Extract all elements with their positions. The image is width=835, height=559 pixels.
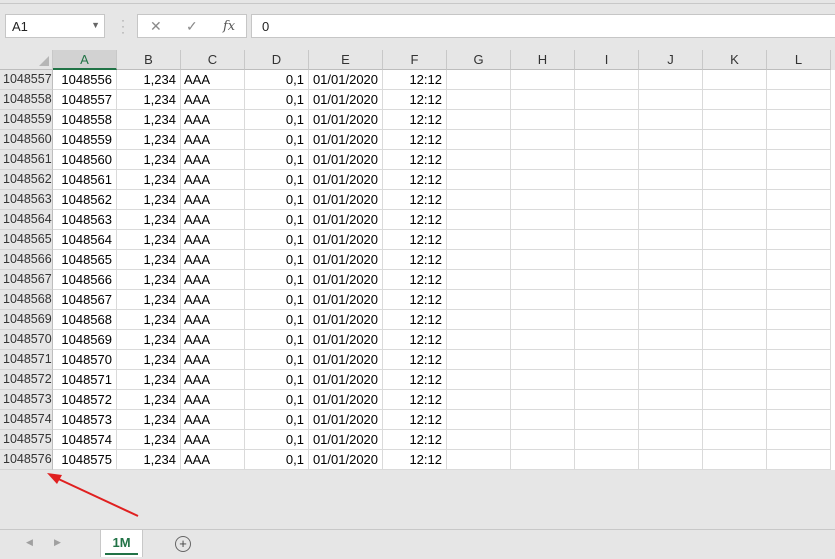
annotation-arrow-icon	[47, 473, 139, 517]
add-sheet-icon[interactable]: +	[175, 536, 191, 552]
sheet-tab-label: 1M	[112, 535, 131, 550]
next-sheet-icon[interactable]: ▶	[54, 537, 61, 548]
sheet-tab-1m[interactable]: 1M	[100, 530, 143, 557]
prev-sheet-icon[interactable]: ◀	[26, 537, 33, 548]
sheet-tab-bar: ◀ ▶ 1M +	[0, 529, 835, 559]
active-tab-underline	[105, 553, 138, 555]
